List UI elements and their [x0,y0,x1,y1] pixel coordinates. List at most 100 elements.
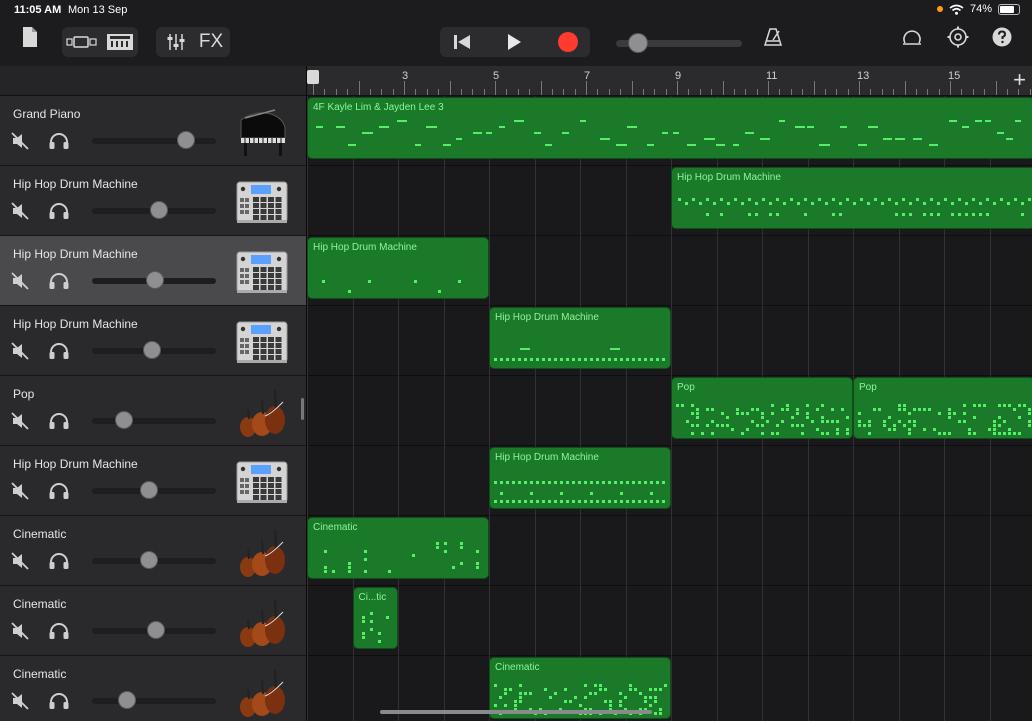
drum-hit [881,202,884,205]
track-volume-slider[interactable] [92,418,216,424]
music-region[interactable]: Hip Hop Drum Machine [671,167,1032,229]
go-to-beginning-button[interactable] [440,27,484,57]
midi-note [520,348,530,350]
ruler-bar-number: 3 [402,70,409,82]
metronome-button[interactable] [760,22,786,52]
solo-button[interactable] [48,692,70,710]
solo-button[interactable] [48,272,70,290]
instrument-view-button[interactable] [102,27,138,57]
track-header[interactable]: Hip Hop Drum Machine [0,236,306,306]
note-dot [831,408,834,411]
loop-browser-button[interactable] [898,22,926,52]
solo-button[interactable] [48,622,70,640]
mute-button[interactable] [11,412,29,430]
music-region[interactable]: Ci...tic [352,587,398,649]
mute-button[interactable] [11,202,29,220]
track-header[interactable]: Hip Hop Drum Machine [0,166,306,236]
note-dot [938,432,941,435]
mute-button[interactable] [11,622,29,640]
master-volume-knob[interactable] [628,33,648,53]
mute-button[interactable] [11,132,29,150]
ruler-tick [597,89,599,95]
ruler-bar-number: 15 [948,70,961,82]
note-dot [796,412,799,415]
track-volume-knob[interactable] [140,551,159,569]
drum-hit [548,500,551,503]
track-header[interactable]: Hip Hop Drum Machine [0,306,306,376]
track-header[interactable]: Grand Piano [0,96,306,166]
track-volume-knob[interactable] [149,201,168,219]
note-dot [654,696,657,699]
note-dot [324,570,327,573]
add-section-button[interactable]: + [1013,67,1026,93]
drum-hit [937,202,940,205]
settings-button[interactable] [944,22,972,52]
note-dot [332,570,335,573]
note-dot [893,424,896,427]
note-dot [806,404,809,407]
solo-button[interactable] [48,342,70,360]
note-dot [452,566,455,569]
horizontal-scrollbar[interactable] [380,710,652,714]
playhead[interactable] [307,70,319,84]
track-volume-knob[interactable] [177,131,196,149]
tracks-view-button[interactable] [64,27,100,57]
mute-button[interactable] [11,272,29,290]
track-header[interactable]: Cinematic [0,656,306,721]
midi-note [732,144,739,146]
track-volume-knob[interactable] [140,481,159,499]
solo-button[interactable] [48,552,70,570]
track-volume-slider[interactable] [92,698,216,704]
note-dot [476,562,479,565]
solo-button[interactable] [48,412,70,430]
note-dot [364,550,367,553]
solo-button[interactable] [48,132,70,150]
note-dot [826,432,829,435]
mute-button[interactable] [11,342,29,360]
music-region[interactable]: Hip Hop Drum Machine [307,237,489,299]
mute-button[interactable] [11,692,29,710]
music-region[interactable]: Hip Hop Drum Machine [489,447,671,509]
track-volume-knob[interactable] [115,411,134,429]
ruler-tick [449,81,451,95]
note-dot [973,432,976,435]
mute-button[interactable] [11,552,29,570]
note-dot [659,708,662,711]
music-region[interactable]: Pop [853,377,1032,439]
drum-hit [720,213,723,216]
bar-gridline [443,96,445,721]
record-button[interactable] [546,27,590,57]
drum-hit [650,500,653,503]
track-volume-slider[interactable] [92,138,216,144]
track-header[interactable]: Hip Hop Drum Machine [0,446,306,516]
solo-button[interactable] [48,202,70,220]
track-volume-knob[interactable] [147,621,166,639]
note-dot [973,404,976,407]
note-dot [691,432,694,435]
music-region[interactable]: 4F Kayle Lim & Jayden Lee 3 [307,97,1032,159]
track-header[interactable]: Pop [0,376,306,446]
help-button[interactable] [990,22,1014,52]
fx-button[interactable]: FX [194,27,228,57]
resize-grip[interactable] [301,398,304,420]
drum-hit [979,202,982,205]
track-header[interactable]: Cinematic [0,516,306,586]
play-button[interactable] [492,27,536,57]
timeline-ruler[interactable]: 13579111315 + [307,66,1032,96]
mute-button[interactable] [11,482,29,500]
music-region[interactable]: Cinematic [307,517,489,579]
track-volume-knob[interactable] [146,271,165,289]
track-controls-button[interactable] [160,27,192,57]
ruler-tick [779,89,781,95]
music-region[interactable]: Pop [671,377,853,439]
note-dot [791,416,794,419]
track-header[interactable]: Cinematic [0,586,306,656]
my-songs-button[interactable] [18,22,42,52]
note-dot [988,428,991,431]
music-region[interactable]: Hip Hop Drum Machine [489,307,671,369]
solo-button[interactable] [48,482,70,500]
note-dot [634,688,637,691]
track-volume-knob[interactable] [117,691,136,709]
track-volume-knob[interactable] [142,341,161,359]
note-dot [781,420,784,423]
